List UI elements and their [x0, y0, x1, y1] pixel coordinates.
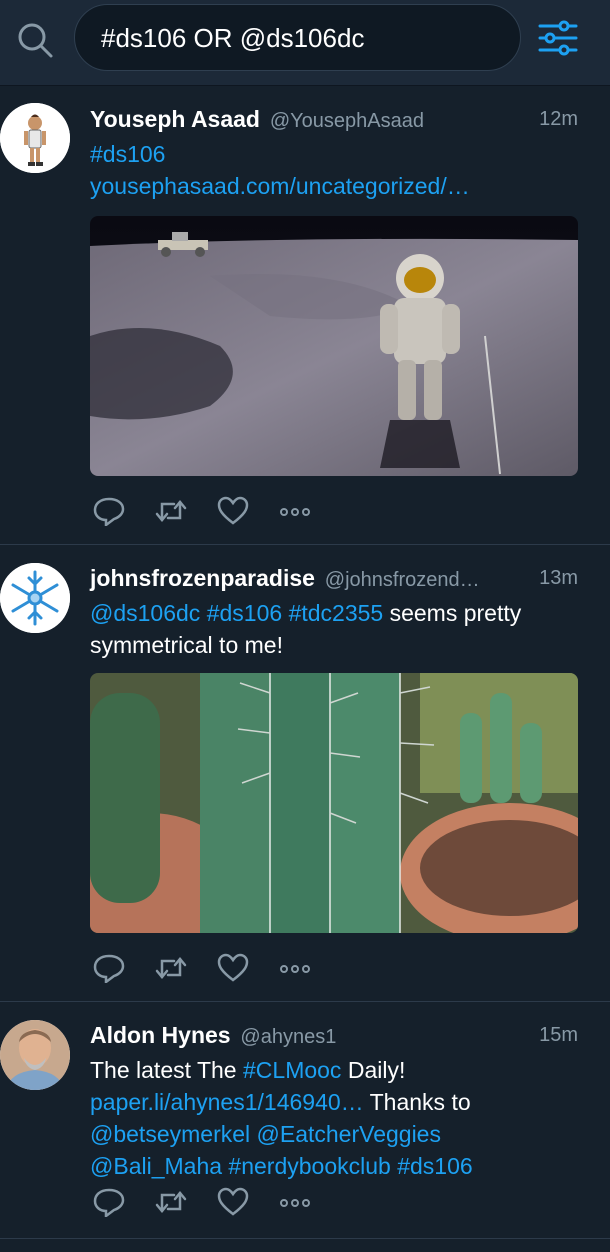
tweet-actions [92, 953, 332, 983]
like-icon[interactable] [216, 953, 250, 983]
avatar[interactable] [0, 1020, 70, 1090]
hashtag-link[interactable]: #nerdybookclub [228, 1153, 390, 1179]
tweet-text: @ds106dc #ds106 #tdc2355 seems pretty sy… [90, 597, 560, 661]
tweet-item[interactable]: Youseph Asaad @YousephAsaad 12m #ds106 y… [0, 86, 610, 545]
search-header: #ds106 OR @ds106dc [0, 0, 610, 86]
author-handle[interactable]: @ahynes1 [240, 1026, 336, 1048]
hashtag-link[interactable]: #ds106 [207, 600, 282, 626]
author-name[interactable]: johnsfrozenparadise [90, 565, 315, 591]
tweet-time: 13m [539, 567, 578, 589]
reply-icon[interactable] [92, 1187, 126, 1217]
tweet-text: #ds106 yousephasaad.com/uncategorized/… [90, 138, 560, 202]
mention-link[interactable]: @Bali_Maha [90, 1153, 222, 1179]
tweet-time: 12m [539, 108, 578, 130]
text-segment: The latest The [90, 1057, 243, 1083]
tweet-item[interactable]: Aldon Hynes @ahynes1 15m The latest The … [0, 1002, 610, 1239]
retweet-icon[interactable] [154, 953, 188, 983]
text-segment: Thanks to [363, 1089, 471, 1115]
tweet-actions [92, 496, 332, 526]
reply-icon[interactable] [92, 953, 126, 983]
author-handle[interactable]: @johnsfrozend… [325, 569, 480, 591]
filter-icon[interactable] [536, 18, 580, 58]
avatar[interactable] [0, 103, 70, 173]
url-link[interactable]: paper.li/ahynes1/146940… [90, 1089, 364, 1115]
mention-link[interactable]: @ds106dc [90, 600, 200, 626]
tweet-time: 15m [539, 1024, 578, 1046]
hashtag-link[interactable]: #tdc2355 [289, 600, 384, 626]
tweet-header: Aldon Hynes @ahynes1 15m [90, 1022, 580, 1052]
mention-link[interactable]: @betseymerkel [90, 1121, 250, 1147]
retweet-icon[interactable] [154, 496, 188, 526]
like-icon[interactable] [216, 496, 250, 526]
tweet-header: johnsfrozenparadise @johnsfrozend… 13m [90, 565, 580, 595]
retweet-icon[interactable] [154, 1187, 188, 1217]
author-name[interactable]: Aldon Hynes [90, 1022, 231, 1048]
cactus-photo[interactable] [90, 673, 578, 933]
tweet-text: The latest The #CLMooc Daily! paper.li/a… [90, 1054, 560, 1182]
url-link[interactable]: yousephasaad.com/uncategorized/… [90, 173, 470, 199]
hashtag-link[interactable]: #ds106 [90, 141, 165, 167]
search-query[interactable]: #ds106 OR @ds106dc [101, 23, 364, 54]
more-icon[interactable] [278, 496, 312, 526]
more-icon[interactable] [278, 953, 312, 983]
text-segment: Daily! [341, 1057, 406, 1083]
author-name[interactable]: Youseph Asaad [90, 106, 260, 132]
tweet-actions [92, 1187, 332, 1217]
author-handle[interactable]: @YousephAsaad [270, 110, 424, 132]
reply-icon[interactable] [92, 496, 126, 526]
mention-link[interactable]: @EatcherVeggies [257, 1121, 441, 1147]
hashtag-link[interactable]: #ds106 [397, 1153, 472, 1179]
astronaut-on-moon-photo[interactable] [90, 216, 578, 476]
search-icon[interactable] [15, 20, 55, 60]
like-icon[interactable] [216, 1187, 250, 1217]
hashtag-link[interactable]: #CLMooc [243, 1057, 341, 1083]
search-input[interactable]: #ds106 OR @ds106dc [74, 4, 521, 71]
avatar[interactable] [0, 563, 70, 633]
more-icon[interactable] [278, 1187, 312, 1217]
tweet-header: Youseph Asaad @YousephAsaad 12m [90, 106, 580, 136]
tweet-item[interactable]: johnsfrozenparadise @johnsfrozend… 13m @… [0, 545, 610, 1002]
